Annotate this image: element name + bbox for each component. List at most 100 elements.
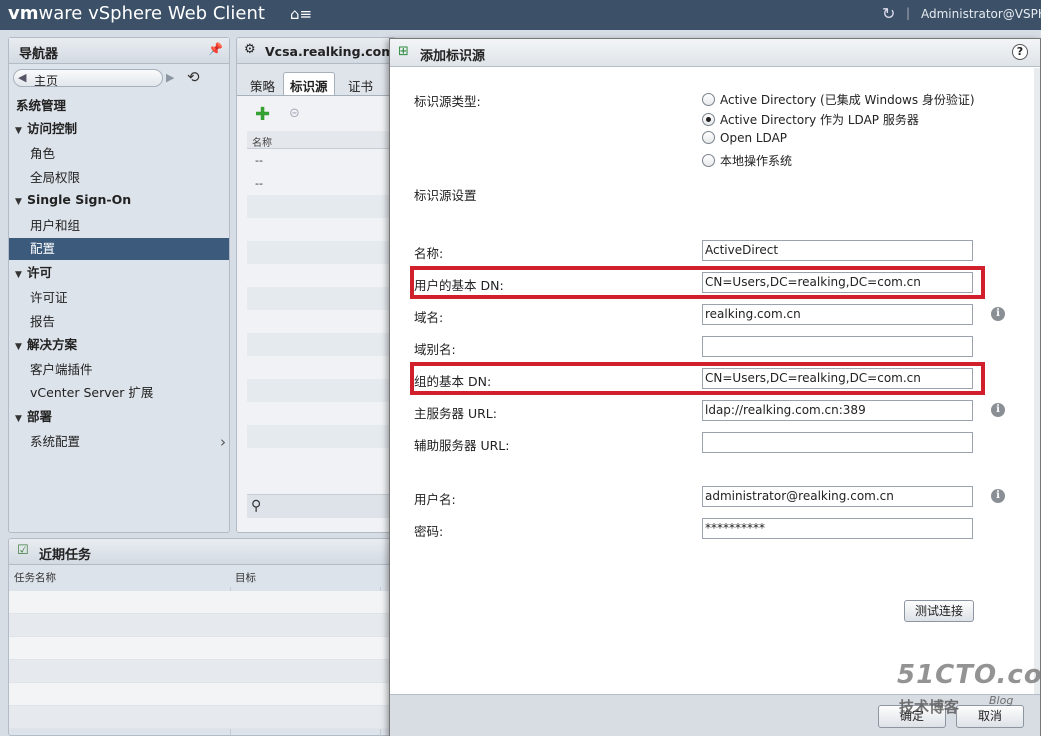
username-field[interactable]: administrator@realking.com.cn (702, 486, 973, 507)
radio-button[interactable] (702, 154, 715, 167)
secondary-url-field[interactable] (702, 432, 973, 453)
collapse-triangle-icon: ▼ (15, 270, 22, 280)
help-icon[interactable]: ? (1012, 44, 1028, 60)
collapse-triangle-icon: ▼ (15, 414, 22, 424)
nav-item-configuration[interactable]: 配置 (9, 238, 229, 260)
refresh-icon[interactable]: ↻ (882, 4, 895, 23)
recent-tasks-header: ☑ 近期任务 (9, 539, 397, 565)
nav-group-deployment[interactable]: ▼ 部署 (9, 406, 229, 428)
source-type-label: 标识源类型: (414, 94, 481, 109)
add-identity-source-dialog: ⊞ 添加标识源 ? 标识源类型: Active Directory (已集成 W… (389, 38, 1041, 736)
forward-arrow-icon[interactable]: ▶ (166, 71, 174, 84)
table-row-empty (247, 287, 395, 310)
top-bar: vmware vSphere Web Client ⌂≡ ↻ | Adminis… (0, 0, 1041, 30)
nav-item-global-permissions[interactable]: 全局权限 (9, 167, 229, 189)
radio-ad-integrated[interactable]: Active Directory (已集成 Windows 身份验证) (702, 91, 975, 109)
nav-group-licensing[interactable]: ▼ 许可 (9, 262, 229, 284)
domain-alias-label: 域别名: (414, 342, 456, 357)
table-row-empty (247, 425, 395, 448)
radio-open-ldap[interactable]: Open LDAP (702, 131, 787, 149)
grid-header-name[interactable]: 名称 (247, 131, 395, 149)
table-row-empty (9, 637, 397, 660)
username-label: 用户名: (414, 492, 456, 507)
info-icon[interactable]: i (991, 489, 1005, 503)
info-icon[interactable]: i (991, 403, 1005, 417)
clipboard-check-icon: ☑ (17, 543, 29, 558)
nav-item-reports[interactable]: 报告 (9, 311, 229, 333)
back-arrow-icon: ◀ (18, 71, 27, 84)
home-menu-icon[interactable]: ⌂≡ (290, 5, 312, 23)
table-row-empty (247, 195, 395, 218)
nav-group-access-control[interactable]: ▼ 访问控制 (9, 118, 229, 140)
table-row-empty (247, 333, 395, 356)
dialog-body: 标识源类型: Active Directory (已集成 Windows 身份验… (390, 68, 1034, 694)
history-icon[interactable]: ⟲ (187, 68, 200, 86)
radio-button[interactable] (702, 93, 715, 106)
column-task-name[interactable]: 任务名称 (14, 570, 56, 585)
nav-item-vcenter-extensions[interactable]: vCenter Server 扩展 (9, 382, 229, 404)
column-target[interactable]: 目标 (235, 570, 256, 585)
table-row-empty (247, 310, 395, 333)
user-base-dn-field[interactable]: CN=Users,DC=realking,DC=com.cn (702, 272, 973, 293)
remove-icon[interactable]: ⊝ (289, 106, 300, 121)
nav-item-client-plugins[interactable]: 客户端插件 (9, 359, 229, 381)
password-field[interactable]: ********** (702, 518, 973, 539)
collapse-triangle-icon: ▼ (15, 342, 22, 352)
cancel-button[interactable]: 取消 (956, 705, 1024, 728)
user-base-dn-label: 用户的基本 DN: (414, 278, 504, 293)
collapse-triangle-icon: ▼ (15, 126, 22, 136)
table-row-empty (9, 591, 397, 614)
add-icon[interactable]: ✚ (255, 104, 270, 125)
identity-sources-grid: 名称 -- -- (247, 131, 395, 471)
table-row-empty (247, 356, 395, 379)
navigator-header: 导航器 📌 (9, 38, 229, 64)
domain-label: 域名: (414, 310, 444, 325)
tab-identity-sources[interactable]: 标识源 (283, 72, 335, 96)
gears-icon: ⚙ (244, 42, 256, 57)
domain-alias-field[interactable] (702, 336, 973, 357)
radio-local-os[interactable]: 本地操作系统 (702, 152, 792, 170)
toolbar-divider: | (906, 6, 911, 20)
radio-button[interactable] (702, 131, 715, 144)
info-icon[interactable]: i (991, 307, 1005, 321)
table-row-empty (9, 614, 397, 637)
table-row-empty (247, 402, 395, 425)
domain-field[interactable]: realking.com.cn (702, 304, 973, 325)
table-row-empty (247, 379, 395, 402)
nav-item-users-groups[interactable]: 用户和组 (9, 215, 229, 237)
nav-group-sso[interactable]: ▼ Single Sign-On (9, 189, 229, 211)
nav-item-roles[interactable]: 角色 (9, 143, 229, 165)
tab-certificates[interactable]: 证书 (341, 72, 380, 96)
table-row-empty (9, 660, 397, 683)
home-breadcrumb[interactable]: ◀ 主页 (13, 69, 163, 88)
table-row[interactable]: -- (247, 172, 395, 195)
tab-content: ✚ ⊝ 名称 -- -- ⚲ (237, 95, 395, 532)
table-row-empty (247, 218, 395, 241)
nav-item-system-config[interactable]: 系统配置 › (9, 431, 229, 453)
user-menu[interactable]: Administrator@VSPHE (921, 7, 1041, 21)
panel-header: ⚙ Vcsa.realking.com.cn (237, 38, 395, 64)
table-row[interactable]: -- (247, 149, 395, 172)
table-row-empty (9, 706, 397, 729)
group-base-dn-label: 组的基本 DN: (414, 374, 492, 389)
binoculars-icon[interactable]: ⚲ (247, 494, 395, 518)
test-connection-button[interactable]: 测试连接 (904, 600, 974, 622)
brand-ware: ware (38, 3, 83, 24)
name-label: 名称: (414, 246, 444, 261)
dialog-scrollbar[interactable] (1034, 68, 1040, 694)
name-field[interactable]: ActiveDirect (702, 240, 973, 261)
tab-policies[interactable]: 策略 (243, 72, 282, 96)
settings-section-label: 标识源设置 (414, 188, 477, 203)
radio-ad-ldap[interactable]: Active Directory 作为 LDAP 服务器 (702, 111, 919, 129)
table-row-empty (247, 448, 395, 471)
ok-button[interactable]: 确定 (878, 705, 946, 728)
dialog-title: 添加标识源 (420, 49, 486, 64)
nav-item-licenses[interactable]: 许可证 (9, 287, 229, 309)
navigator-title: 导航器 (19, 47, 59, 62)
radio-button-selected[interactable] (702, 113, 715, 126)
primary-url-field[interactable]: ldap://realking.com.cn:389 (702, 400, 973, 421)
add-identity-source-icon: ⊞ (398, 44, 409, 59)
nav-group-solutions[interactable]: ▼ 解决方案 (9, 334, 229, 356)
pin-icon[interactable]: 📌 (208, 42, 223, 56)
group-base-dn-field[interactable]: CN=Users,DC=realking,DC=com.cn (702, 368, 973, 389)
